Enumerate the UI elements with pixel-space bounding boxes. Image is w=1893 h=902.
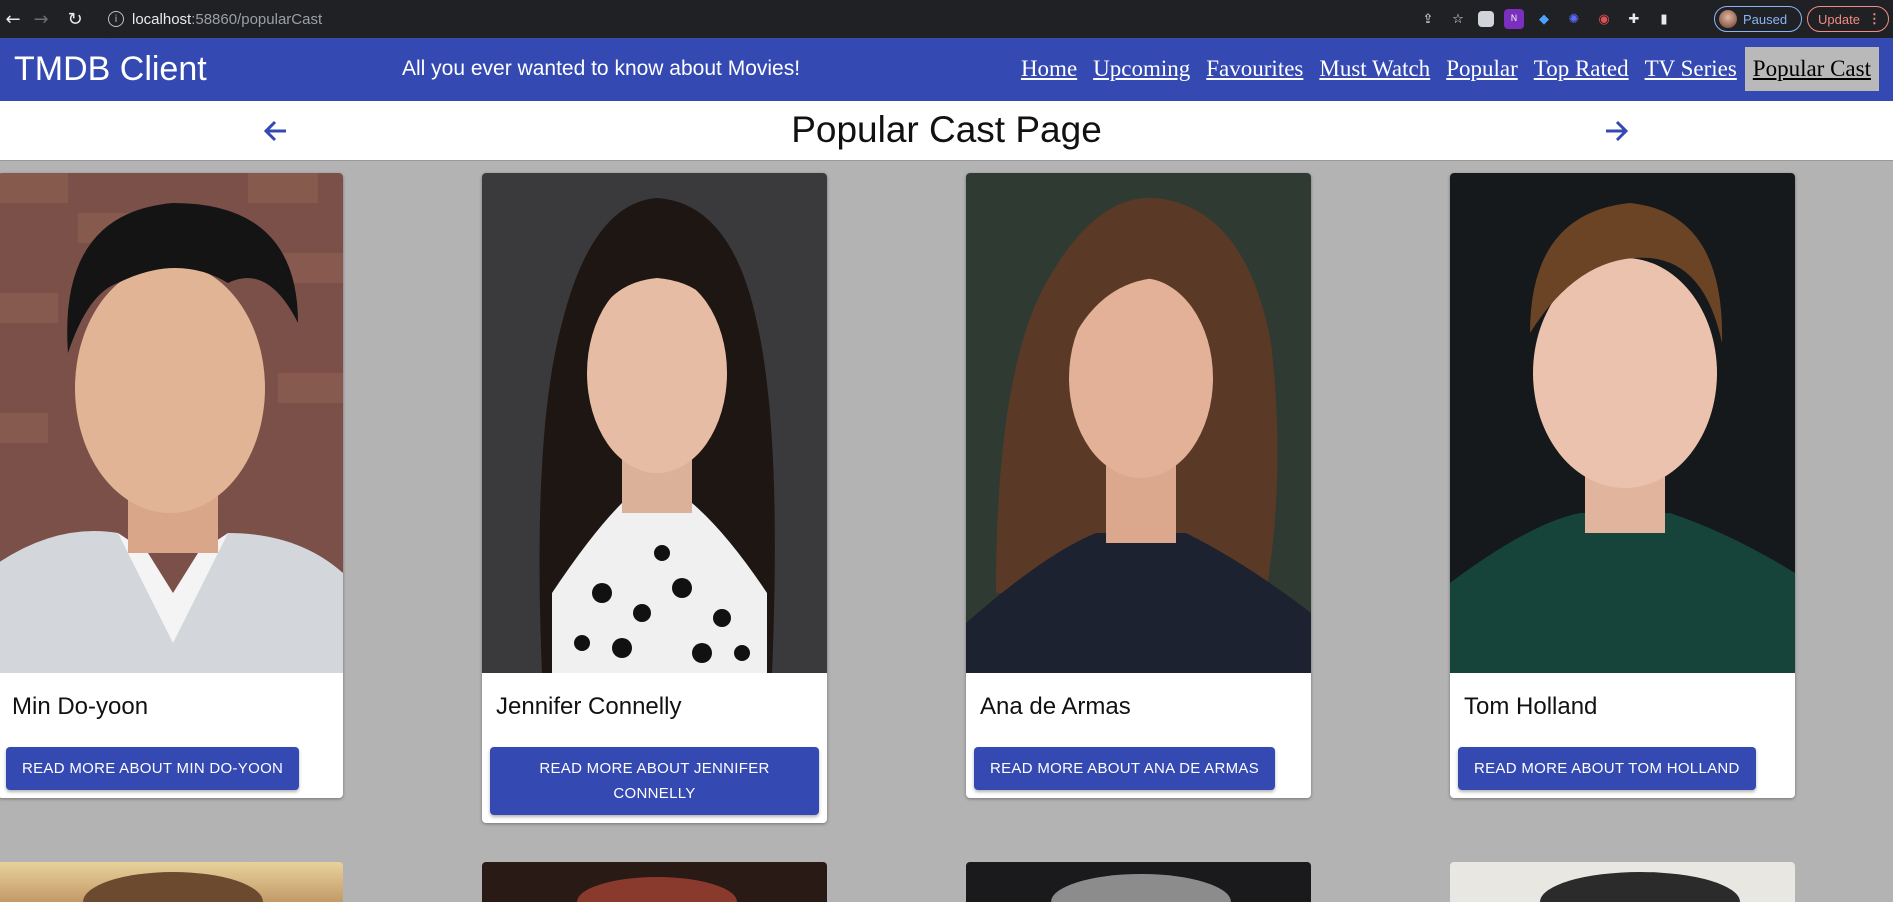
side-panel-icon[interactable]: ▮ — [1654, 9, 1674, 29]
puzzle-icon[interactable]: ✚ — [1624, 9, 1644, 29]
onenote-extension-icon[interactable]: N — [1504, 9, 1524, 29]
read-more-button[interactable]: READ MORE ABOUT ANA DE ARMAS — [974, 747, 1276, 790]
address-bar[interactable]: i localhost:58860/popularCast — [96, 5, 1466, 33]
arrow-forward-icon[interactable] — [1596, 111, 1636, 151]
extensions-bar: ⇪ ☆ N ◆ ✺ ◉ ✚ ▮ — [1418, 7, 1674, 31]
main-menu: Home Upcoming Favourites Must Watch Popu… — [1013, 42, 1879, 96]
page-header: Popular Cast Page — [0, 101, 1893, 161]
cast-photo[interactable] — [482, 173, 827, 673]
avatar — [1719, 10, 1737, 28]
cast-card-partial[interactable] — [966, 862, 1311, 902]
cast-name: Ana de Armas — [980, 693, 1131, 720]
cast-card-partial[interactable] — [0, 862, 343, 902]
cast-card-partial[interactable] — [1450, 862, 1795, 902]
url-host: localhost — [132, 10, 192, 28]
app-header: TMDB Client All you ever wanted to know … — [0, 38, 1893, 101]
reload-icon[interactable]: ↻ — [62, 6, 88, 32]
menu-must-watch[interactable]: Must Watch — [1311, 47, 1438, 91]
cast-card: Ana de Armas READ MORE ABOUT ANA DE ARMA… — [966, 173, 1311, 798]
profile-status: Paused — [1743, 11, 1788, 27]
menu-upcoming[interactable]: Upcoming — [1085, 47, 1198, 91]
read-more-button[interactable]: READ MORE ABOUT JENNIFER CONNELLY — [490, 747, 819, 815]
cast-name: Tom Holland — [1464, 693, 1598, 720]
menu-top-rated[interactable]: Top Rated — [1526, 47, 1637, 91]
update-label: Update — [1818, 11, 1860, 27]
forward-icon[interactable]: → — [28, 6, 54, 32]
read-more-button[interactable]: READ MORE ABOUT TOM HOLLAND — [1458, 747, 1756, 790]
menu-popular-cast[interactable]: Popular Cast — [1744, 47, 1879, 91]
url-path: :58860/popularCast — [191, 10, 323, 28]
profile-button[interactable]: Paused — [1714, 6, 1802, 32]
menu-tv-series[interactable]: TV Series — [1637, 47, 1745, 91]
cast-name: Jennifer Connelly — [496, 693, 682, 720]
menu-popular[interactable]: Popular — [1438, 47, 1526, 91]
cast-card-partial[interactable] — [482, 862, 827, 902]
cast-card: Tom Holland READ MORE ABOUT TOM HOLLAND — [1450, 173, 1795, 798]
recorder-extension-icon[interactable]: ◉ — [1594, 9, 1614, 29]
more-icon: ⋮ — [1867, 11, 1881, 26]
react-extension-icon[interactable]: ✺ — [1564, 9, 1584, 29]
cast-photo[interactable] — [1450, 173, 1795, 673]
browser-toolbar: ← → ↻ i localhost:58860/popularCast ⇪ ☆ … — [0, 0, 1893, 38]
cast-name: Min Do-yoon — [12, 693, 149, 720]
cast-card: Jennifer Connelly READ MORE ABOUT JENNIF… — [482, 173, 827, 823]
gem-extension-icon[interactable]: ◆ — [1534, 9, 1554, 29]
read-more-button[interactable]: READ MORE ABOUT MIN DO-YOON — [6, 747, 300, 790]
menu-favourites[interactable]: Favourites — [1198, 47, 1311, 91]
app-title: TMDB Client — [14, 50, 207, 88]
extension-icon[interactable] — [1478, 11, 1494, 27]
update-button[interactable]: Update ⋮ — [1807, 6, 1889, 32]
cast-photo[interactable] — [0, 173, 343, 673]
back-icon[interactable]: ← — [0, 6, 26, 32]
cast-card: Min Do-yoon READ MORE ABOUT MIN DO-YOON — [0, 173, 343, 798]
share-icon[interactable]: ⇪ — [1418, 9, 1438, 29]
bookmark-star-icon[interactable]: ☆ — [1448, 9, 1468, 29]
cast-photo[interactable] — [966, 173, 1311, 673]
site-info-icon[interactable]: i — [108, 11, 124, 27]
app-tagline: All you ever wanted to know about Movies… — [402, 57, 801, 80]
menu-home[interactable]: Home — [1013, 47, 1085, 91]
